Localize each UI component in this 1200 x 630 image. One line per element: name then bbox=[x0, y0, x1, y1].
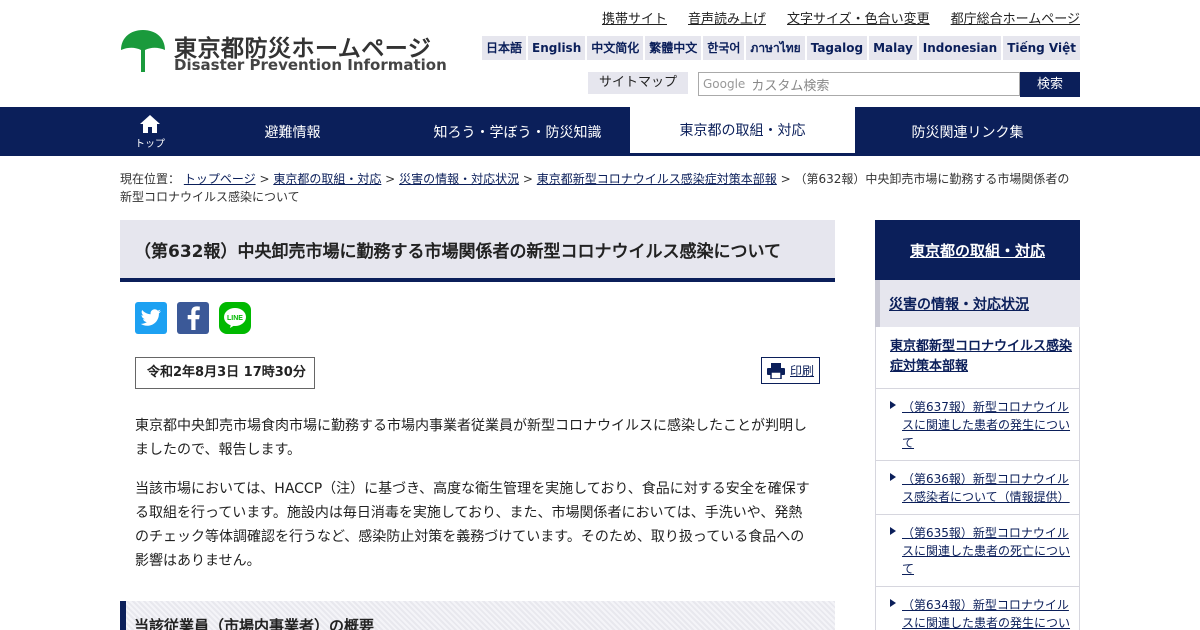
twitter-icon bbox=[140, 309, 161, 326]
search-input[interactable]: Google カスタム検索 bbox=[698, 72, 1020, 96]
site-header: 東京都防災ホームページ Disaster Prevention Informat… bbox=[0, 0, 1200, 107]
home-icon bbox=[140, 114, 160, 133]
article-paragraph: 東京都中央卸売市場食肉市場に勤務する市場内事業者従業員が新型コロナウイルスに感染… bbox=[135, 418, 807, 458]
sidebar-list-item[interactable]: （第635報）新型コロナウイルスに関連した患者の死亡について bbox=[875, 515, 1080, 587]
text-size-color-link[interactable]: 文字サイズ・色合い変更 bbox=[787, 8, 930, 27]
lang-tagalog[interactable]: Tagalog bbox=[806, 36, 868, 60]
facebook-icon bbox=[187, 306, 200, 330]
nav-tokyo-efforts[interactable]: 東京都の取組・対応 bbox=[630, 107, 855, 156]
lang-malay[interactable]: Malay bbox=[869, 36, 917, 60]
breadcrumb-link-top[interactable]: トップページ bbox=[184, 172, 256, 186]
triangle-bullet-icon bbox=[890, 473, 896, 481]
lang-english[interactable]: English bbox=[528, 36, 586, 60]
sidebar-heading-link[interactable]: 東京都の取組・対応 bbox=[875, 220, 1080, 280]
breadcrumb-prefix: 現在位置： bbox=[120, 172, 181, 186]
published-date: 令和2年8月3日 17時30分 bbox=[135, 357, 315, 389]
lang-indonesian[interactable]: Indonesian bbox=[918, 36, 1002, 60]
line-icon: LINE bbox=[224, 308, 246, 328]
sidebar-item-disaster-info[interactable]: 災害の情報・対応状況 bbox=[875, 280, 1080, 327]
nav-home-label: トップ bbox=[135, 138, 165, 150]
sidebar-list-item-label: （第634報）新型コロナウイルスに関連した患者の発生について bbox=[902, 598, 1071, 630]
facebook-share-button[interactable] bbox=[177, 302, 209, 334]
section-heading: 当該従業員（市場内事業者）の概要 bbox=[120, 601, 835, 630]
page-title-box: （第632報）中央卸売市場に勤務する市場関係者の新型コロナウイルス感染について bbox=[120, 220, 835, 282]
breadcrumb-link-covid-hq[interactable]: 東京都新型コロナウイルス感染症対策本部報 bbox=[537, 172, 777, 186]
nav-evacuation[interactable]: 避難情報 bbox=[180, 107, 405, 156]
mobile-site-link[interactable]: 携帯サイト bbox=[602, 8, 667, 27]
voice-reading-link[interactable]: 音声読み上げ bbox=[688, 8, 766, 27]
article-paragraph: 当該市場においては、HACCP（注）に基づき、高度な衛生管理を実施しており、食品… bbox=[135, 481, 810, 569]
metro-gov-home-link[interactable]: 都庁総合ホームページ bbox=[951, 8, 1080, 27]
language-selector: 日本語 English 中文简化 繁體中文 한국어 ภาษาไทย Tagalo… bbox=[481, 36, 1080, 60]
sidebar-list-item-label: （第637報）新型コロナウイルスに関連した患者の発生について bbox=[902, 400, 1071, 450]
ginkgo-logo-icon bbox=[121, 30, 165, 72]
sidebar-list-item-label: （第635報）新型コロナウイルスに関連した患者の死亡について bbox=[902, 526, 1071, 576]
utility-links: 携帯サイト 音声読み上げ 文字サイズ・色合い変更 都庁総合ホームページ bbox=[602, 8, 1080, 27]
lang-japanese[interactable]: 日本語 bbox=[481, 36, 526, 60]
triangle-bullet-icon bbox=[890, 527, 896, 535]
lang-thai[interactable]: ภาษาไทย bbox=[746, 36, 805, 60]
nav-home[interactable]: トップ bbox=[120, 107, 180, 156]
sidebar-list-item-label: （第636報）新型コロナウイルス感染者について（情報提供） bbox=[902, 472, 1070, 504]
breadcrumb-separator: > bbox=[385, 172, 396, 186]
page-title: （第632報）中央卸売市場に勤務する市場関係者の新型コロナウイルス感染について bbox=[134, 241, 781, 262]
print-button[interactable]: 印刷 bbox=[761, 357, 820, 384]
triangle-bullet-icon bbox=[890, 599, 896, 607]
svg-text:LINE: LINE bbox=[227, 315, 243, 322]
sidebar-item-covid-hq[interactable]: 東京都新型コロナウイルス感染症対策本部報 bbox=[875, 327, 1080, 389]
triangle-bullet-icon bbox=[890, 401, 896, 409]
search-button[interactable]: 検索 bbox=[1020, 72, 1080, 97]
lang-chinese-traditional[interactable]: 繁體中文 bbox=[645, 36, 702, 60]
breadcrumb-separator: > bbox=[780, 172, 791, 186]
printer-icon bbox=[767, 362, 785, 379]
sidebar-list-item[interactable]: （第636報）新型コロナウイルス感染者について（情報提供） bbox=[875, 461, 1080, 515]
search-brand: Google bbox=[703, 77, 746, 91]
breadcrumb: 現在位置： トップページ > 東京都の取組・対応 > 災害の情報・対応状況 > … bbox=[120, 170, 1080, 206]
nav-knowledge[interactable]: 知ろう・学ぼう・防災知識 bbox=[405, 107, 630, 156]
breadcrumb-link-disaster-info[interactable]: 災害の情報・対応状況 bbox=[399, 172, 519, 186]
sidebar-list-item[interactable]: （第637報）新型コロナウイルスに関連した患者の発生について bbox=[875, 389, 1080, 461]
sitemap-button[interactable]: サイトマップ bbox=[588, 72, 688, 94]
site-logo[interactable]: 東京都防災ホームページ Disaster Prevention Informat… bbox=[120, 28, 447, 78]
breadcrumb-separator: > bbox=[522, 172, 533, 186]
sidebar-list-item[interactable]: （第634報）新型コロナウイルスに関連した患者の発生について bbox=[875, 587, 1080, 630]
search-placeholder: カスタム検索 bbox=[751, 78, 830, 94]
breadcrumb-separator: > bbox=[259, 172, 270, 186]
breadcrumb-link-efforts[interactable]: 東京都の取組・対応 bbox=[273, 172, 381, 186]
nav-links[interactable]: 防災関連リンク集 bbox=[855, 107, 1080, 156]
main-nav: トップ 避難情報 知ろう・学ぼう・防災知識 東京都の取組・対応 防災関連リンク集 bbox=[0, 107, 1200, 156]
lang-vietnamese[interactable]: Tiếng Việt bbox=[1003, 36, 1080, 60]
logo-subtitle: Disaster Prevention Information bbox=[174, 56, 447, 74]
lang-chinese-simplified[interactable]: 中文简化 bbox=[587, 36, 644, 60]
line-share-button[interactable]: LINE bbox=[219, 302, 251, 334]
print-label: 印刷 bbox=[790, 364, 815, 378]
twitter-share-button[interactable] bbox=[135, 302, 167, 334]
sidebar: 東京都の取組・対応 災害の情報・対応状況 東京都新型コロナウイルス感染症対策本部… bbox=[875, 220, 1080, 630]
lang-korean[interactable]: 한국어 bbox=[703, 36, 745, 60]
